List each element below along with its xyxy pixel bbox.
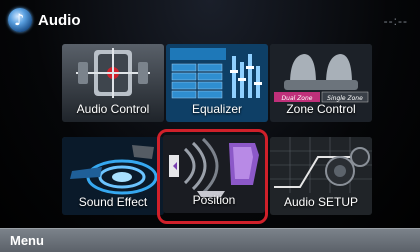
tile-label: Audio SETUP [283,195,359,209]
page-title: Audio [38,12,81,29]
audio-setup-button[interactable]: Audio SETUP [270,137,372,215]
tile-label: Audio Control [76,102,150,116]
single-zone-tag: Single Zone [327,95,363,102]
bottom-bar: Menu [0,228,420,252]
audio-control-button[interactable]: Audio Control [62,44,164,122]
tile-label: Sound Effect [78,195,148,209]
tile-label: Equalizer [191,102,243,116]
zone-control-button[interactable]: Dual Zone Single Zone Zone Control [270,44,372,122]
tile-label: Zone Control [286,102,356,116]
header-bar: ♪ Audio --:-- [0,0,420,42]
clock-display: --:-- [383,14,408,28]
menu-button[interactable]: Menu [10,233,44,248]
audio-app-icon: ♪ [8,8,32,32]
sound-effect-button[interactable]: Sound Effect [62,137,164,215]
dual-zone-tag: Dual Zone [282,95,313,102]
audio-screen: ♪ Audio --:-- Audio Control Equalizer Du… [0,0,420,252]
position-selection-highlight [157,129,268,224]
equalizer-button[interactable]: Equalizer [166,44,268,122]
